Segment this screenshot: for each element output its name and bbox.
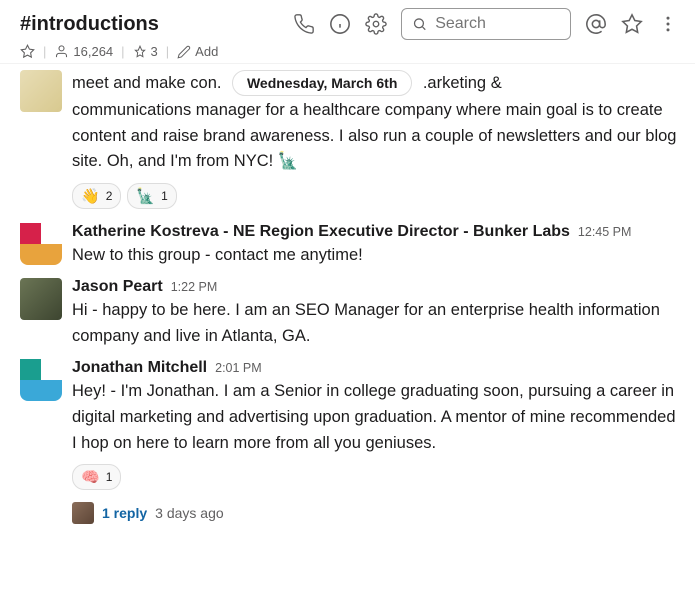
avatar[interactable] xyxy=(20,223,62,265)
channel-header: #introductions xyxy=(0,0,695,64)
gear-icon[interactable] xyxy=(365,13,387,35)
message: meet and make con. Wednesday, March 6th … xyxy=(20,64,679,209)
search-box[interactable] xyxy=(401,8,571,40)
thread-summary[interactable]: 1 reply 3 days ago xyxy=(72,502,679,524)
message-time: 12:45 PM xyxy=(578,225,632,239)
message-text: New to this group - contact me anytime! xyxy=(72,243,679,269)
more-icon[interactable] xyxy=(657,13,679,35)
thread-time: 3 days ago xyxy=(155,505,224,521)
message-author[interactable]: Katherine Kostreva - NE Region Executive… xyxy=(72,223,570,241)
message-text-truncated: meet and make con. xyxy=(72,74,222,92)
reaction[interactable]: 👋2 xyxy=(72,183,121,209)
thread-avatar xyxy=(72,502,94,524)
channel-name[interactable]: #introductions xyxy=(20,13,159,36)
message-text: Hey! - I'm Jonathan. I am a Senior in co… xyxy=(72,379,679,456)
mention-icon[interactable] xyxy=(585,13,607,35)
star-channel-icon[interactable] xyxy=(20,44,35,59)
message-author[interactable]: Jonathan Mitchell xyxy=(72,359,207,377)
pin-icon xyxy=(133,45,147,59)
add-topic[interactable]: Add xyxy=(177,44,218,59)
message: Jason Peart 1:22 PM Hi - happy to be her… xyxy=(20,278,679,349)
message-time: 2:01 PM xyxy=(215,361,262,375)
reaction[interactable]: 🗽1 xyxy=(127,183,176,209)
message-text: Hi - happy to be here. I am an SEO Manag… xyxy=(72,298,679,349)
message-text: communications manager for a healthcare … xyxy=(72,98,679,175)
message: Jonathan Mitchell 2:01 PM Hey! - I'm Jon… xyxy=(20,359,679,524)
date-divider[interactable]: Wednesday, March 6th xyxy=(232,70,412,96)
search-icon xyxy=(412,15,427,33)
phone-icon[interactable] xyxy=(293,13,315,35)
search-input[interactable] xyxy=(435,15,560,33)
avatar[interactable] xyxy=(20,278,62,320)
star-icon[interactable] xyxy=(621,13,643,35)
person-icon xyxy=(54,44,69,59)
info-icon[interactable] xyxy=(329,13,351,35)
pencil-icon xyxy=(177,45,191,59)
reaction[interactable]: 🧠1 xyxy=(72,464,121,490)
avatar[interactable] xyxy=(20,70,62,112)
message-time: 1:22 PM xyxy=(171,280,218,294)
message-list: meet and make con. Wednesday, March 6th … xyxy=(0,64,695,524)
message: Katherine Kostreva - NE Region Executive… xyxy=(20,223,679,269)
avatar[interactable] xyxy=(20,359,62,401)
thread-reply-count: 1 reply xyxy=(102,505,147,521)
message-author[interactable]: Jason Peart xyxy=(72,278,163,296)
message-text-truncated: .arketing & xyxy=(423,74,502,92)
members-count[interactable]: 16,264 xyxy=(54,44,113,59)
pins-count[interactable]: 3 xyxy=(133,44,158,59)
